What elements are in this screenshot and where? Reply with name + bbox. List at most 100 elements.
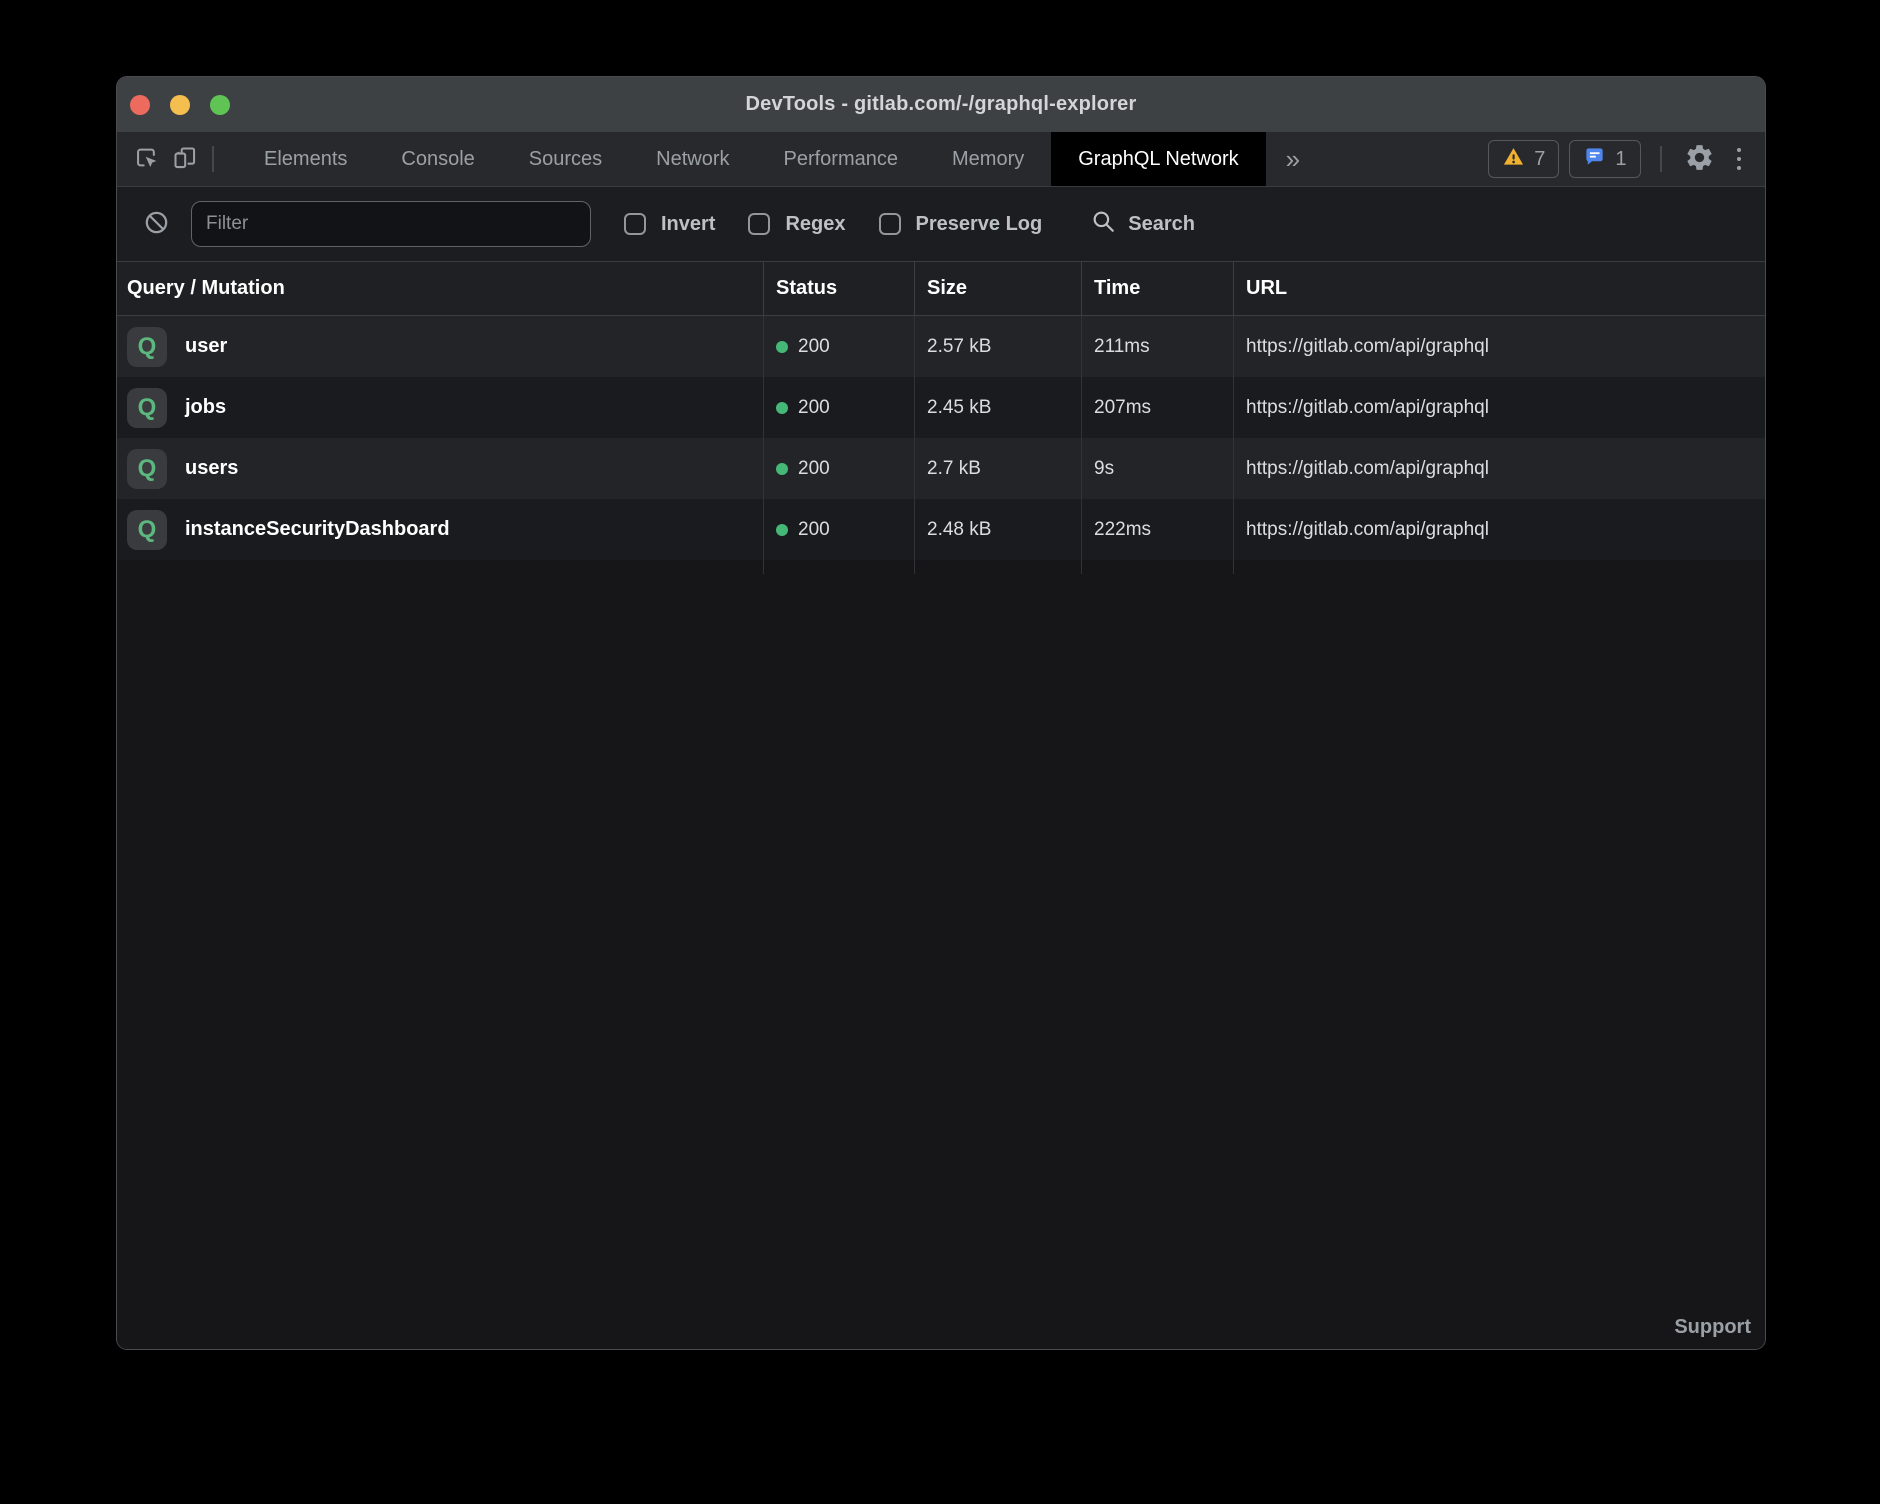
query-name: jobs — [185, 396, 226, 419]
status-ok-dot — [776, 341, 788, 353]
panel-tab-label: Console — [401, 148, 474, 171]
column-header: Time — [1082, 262, 1234, 315]
checkbox-label: Regex — [785, 213, 845, 236]
panel-tab[interactable]: Network — [629, 132, 756, 186]
devtools-window: DevTools - gitlab.com/-/graphql-explorer — [116, 76, 1766, 1350]
panel-tab[interactable]: Memory — [925, 132, 1051, 186]
column-header: Status — [764, 262, 915, 315]
panel-tab-label: Elements — [264, 148, 347, 171]
query-type-badge: Q — [127, 327, 167, 367]
panel-tab[interactable]: GraphQL Network — [1051, 132, 1265, 186]
column-header: URL — [1234, 262, 1765, 315]
device-toolbar-button[interactable] — [165, 140, 203, 178]
column-header: Query / Mutation — [117, 262, 764, 315]
support-link[interactable]: Support — [1674, 1316, 1751, 1339]
block-icon — [143, 209, 170, 239]
window-title: DevTools - gitlab.com/-/graphql-explorer — [745, 93, 1136, 116]
issue-count: 1 — [1615, 148, 1626, 171]
url-cell: https://gitlab.com/api/graphql — [1234, 316, 1765, 377]
toolbar-divider — [212, 146, 214, 172]
status-code: 200 — [798, 519, 830, 541]
panel-tab-label: Performance — [784, 148, 899, 171]
kebab-menu-button[interactable] — [1729, 140, 1750, 179]
query-name: users — [185, 457, 238, 480]
checkbox-box[interactable] — [748, 213, 770, 235]
time-cell: 222ms — [1082, 499, 1234, 560]
panel-tab[interactable]: Performance — [757, 132, 926, 186]
status-ok-dot — [776, 402, 788, 414]
checkbox-box[interactable] — [624, 213, 646, 235]
panel-tab-label: GraphQL Network — [1078, 148, 1238, 171]
chevron-double-right-icon: » — [1286, 144, 1300, 175]
search-icon — [1090, 208, 1116, 240]
panel-tab[interactable]: Console — [374, 132, 501, 186]
filter-input[interactable] — [191, 201, 591, 247]
query-cell: Q user — [117, 316, 764, 377]
table-row[interactable]: Q users 200 2.7 kB 9s https://gitlab.com… — [117, 438, 1765, 499]
close-button[interactable] — [130, 95, 150, 115]
size-cell: 2.45 kB — [915, 377, 1082, 438]
status-cell: 200 — [764, 499, 915, 560]
status-ok-dot — [776, 463, 788, 475]
filter-toolbar: Invert Regex Preserve Log Search — [117, 187, 1765, 261]
status-code: 200 — [798, 336, 830, 358]
traffic-lights — [130, 95, 230, 115]
table-row[interactable]: Q user 200 2.57 kB 211ms https://gitlab.… — [117, 316, 1765, 377]
device-toolbar-icon — [171, 144, 198, 174]
size-cell: 2.7 kB — [915, 438, 1082, 499]
panel-tab[interactable]: Sources — [502, 132, 629, 186]
more-tabs-button[interactable]: » — [1266, 132, 1320, 186]
table-row[interactable]: Q jobs 200 2.45 kB 207ms https://gitlab.… — [117, 377, 1765, 438]
warnings-button[interactable]: 7 — [1488, 140, 1559, 178]
checkbox-label: Preserve Log — [916, 213, 1043, 236]
status-cell: 200 — [764, 316, 915, 377]
query-cell: Q users — [117, 438, 764, 499]
issues-button[interactable]: 1 — [1569, 140, 1640, 178]
devtools-tabbar: Elements Console Sources Network Perform… — [117, 132, 1765, 187]
panel-tab-label: Network — [656, 148, 729, 171]
query-cell: Q jobs — [117, 377, 764, 438]
warning-icon — [1502, 145, 1525, 174]
time-cell: 207ms — [1082, 377, 1234, 438]
search-label: Search — [1128, 213, 1195, 236]
query-type-badge: Q — [127, 388, 167, 428]
inspect-element-icon — [133, 144, 160, 174]
toolbar-divider — [1660, 146, 1662, 172]
requests-table: Query / Mutation Status Size Time URL Q … — [117, 261, 1765, 1349]
filter-checkbox[interactable]: Invert — [624, 213, 715, 236]
status-code: 200 — [798, 397, 830, 419]
status-cell: 200 — [764, 377, 915, 438]
warning-count: 7 — [1534, 148, 1545, 171]
checkbox-label: Invert — [661, 213, 715, 236]
gear-icon — [1684, 142, 1715, 176]
table-header-row: Query / Mutation Status Size Time URL — [117, 261, 1765, 316]
checkbox-box[interactable] — [879, 213, 901, 235]
panel-tab-label: Sources — [529, 148, 602, 171]
status-ok-dot — [776, 524, 788, 536]
column-header: Size — [915, 262, 1082, 315]
filter-checkbox[interactable]: Preserve Log — [879, 213, 1043, 236]
filter-checkbox[interactable]: Regex — [748, 213, 845, 236]
query-type-badge: Q — [127, 510, 167, 550]
size-cell: 2.57 kB — [915, 316, 1082, 377]
query-name: user — [185, 335, 227, 358]
query-name: instanceSecurityDashboard — [185, 518, 450, 541]
fullscreen-button[interactable] — [210, 95, 230, 115]
table-row[interactable]: Q instanceSecurityDashboard 200 2.48 kB … — [117, 499, 1765, 560]
url-cell: https://gitlab.com/api/graphql — [1234, 499, 1765, 560]
tabbar-right-controls: 7 1 — [1488, 132, 1749, 186]
time-cell: 211ms — [1082, 316, 1234, 377]
clear-button[interactable] — [137, 205, 175, 243]
query-type-badge: Q — [127, 449, 167, 489]
panel-tab[interactable]: Elements — [237, 132, 374, 186]
minimize-button[interactable] — [170, 95, 190, 115]
query-cell: Q instanceSecurityDashboard — [117, 499, 764, 560]
search-button[interactable]: Search — [1084, 207, 1201, 241]
issues-icon — [1583, 145, 1606, 174]
settings-button[interactable] — [1681, 140, 1719, 178]
url-cell: https://gitlab.com/api/graphql — [1234, 438, 1765, 499]
column-divider-stubs — [117, 560, 1765, 574]
status-code: 200 — [798, 458, 830, 480]
inspect-element-button[interactable] — [127, 140, 165, 178]
url-cell: https://gitlab.com/api/graphql — [1234, 377, 1765, 438]
